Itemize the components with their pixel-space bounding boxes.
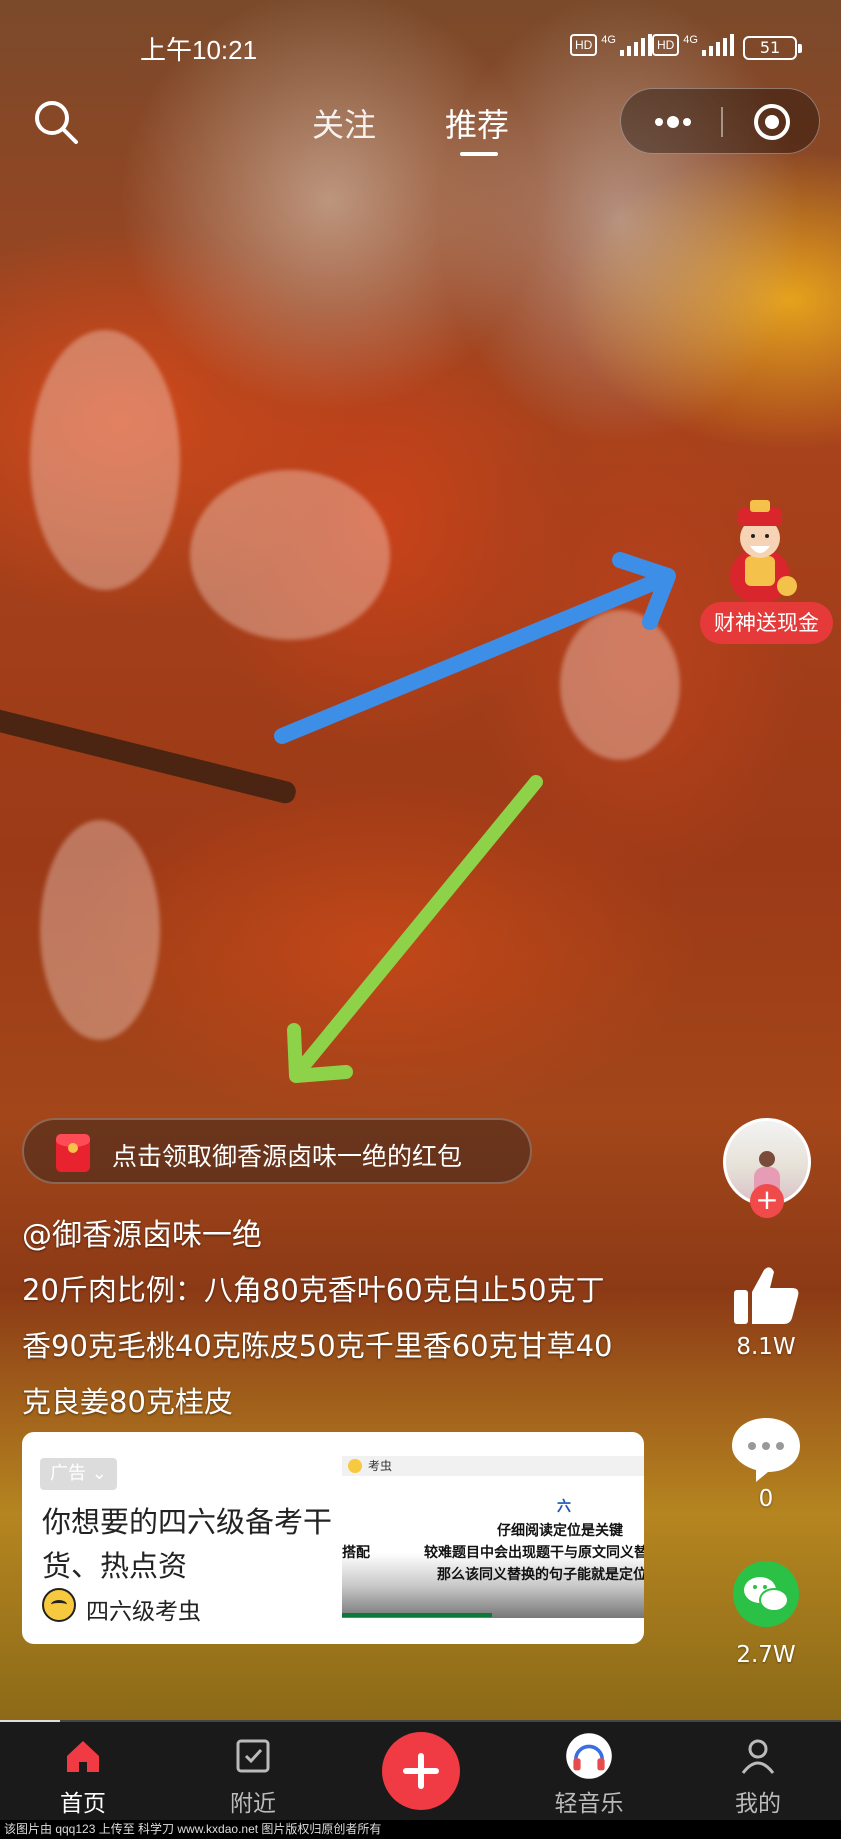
ad-card[interactable]: 广告 ⌄ 你想要的四六级备考干货、热点资 四六级考虫 考虫 六 仔细阅读定位是关… [22, 1432, 644, 1644]
tab-follow[interactable]: 关注 [312, 100, 376, 146]
active-tab-indicator [460, 152, 498, 156]
thumbnail-line: 搭配 [342, 1545, 370, 1561]
brand-logo-icon [42, 1588, 76, 1622]
nav-home-label: 首页 [60, 1791, 106, 1817]
nav-home[interactable]: 首页 [18, 1728, 148, 1818]
music-icon [566, 1733, 612, 1779]
miniprogram-capsule [620, 88, 820, 154]
god-of-wealth-icon[interactable] [705, 490, 815, 610]
signal-1: HD 4G [570, 34, 652, 60]
nav-profile-label: 我的 [735, 1791, 781, 1817]
hd-badge: HD [570, 34, 598, 56]
ad-title: 你想要的四六级备考干货、热点资 [42, 1505, 333, 1583]
bottom-nav: 首页 附近 轻音乐 我的 [0, 1720, 841, 1820]
red-packet-text: 点击领取御香源卤味一绝的红包 [112, 1142, 463, 1171]
video-progress[interactable] [0, 1720, 841, 1722]
red-packet-icon [56, 1134, 90, 1172]
watermark-text: 该图片由 qqq123 上传至 科学刀 www.kxdao.net 图片版权归原… [0, 1820, 841, 1839]
top-nav: 关注 推荐 [0, 88, 841, 168]
thumbnail-line: 仔细阅读定位是关键 [497, 1523, 623, 1539]
like-count: 8.1W [736, 1334, 796, 1360]
green-arrow [287, 775, 543, 1083]
nearby-icon [236, 1739, 270, 1773]
share-count: 2.7W [736, 1642, 796, 1668]
ad-thumbnail: 考虫 六 仔细阅读定位是关键 较难题目中会出现题干与原文同义替 那么该同义替换的… [342, 1456, 644, 1618]
comment-icon[interactable] [728, 1414, 804, 1482]
ad-tag-label: 广告 [50, 1463, 86, 1484]
nav-profile[interactable]: 我的 [693, 1728, 823, 1818]
nav-nearby-label: 附近 [230, 1791, 276, 1817]
publish-button[interactable] [382, 1732, 460, 1810]
search-icon[interactable] [30, 96, 84, 150]
network-label: 4G [601, 34, 616, 46]
video-description: 20斤肉比例：八角80克香叶60克白止50克丁香90克毛桃40克陈皮50克千里香… [22, 1273, 613, 1419]
thumbnail-line: 那么该同义替换的句子能就是定位 [437, 1567, 644, 1583]
video-progress-fill [0, 1720, 60, 1722]
nav-music-label: 轻音乐 [554, 1791, 624, 1817]
close-miniprogram-icon[interactable] [752, 102, 792, 142]
hd-badge: HD [652, 34, 680, 56]
nav-nearby[interactable]: 附近 [188, 1728, 318, 1818]
ad-tag[interactable]: 广告 ⌄ [40, 1458, 117, 1490]
nav-music[interactable]: 轻音乐 [524, 1728, 654, 1818]
network-label: 4G [683, 34, 698, 46]
thumbnail-line: 较难题目中会出现题干与原文同义替 [424, 1545, 644, 1561]
status-bar: 上午10:21 HD 4G HD 4G 51 [0, 0, 841, 88]
comment-count: 0 [758, 1486, 774, 1512]
wechat-share-icon[interactable] [728, 1560, 804, 1628]
more-icon[interactable] [651, 112, 695, 132]
blue-arrow [274, 552, 676, 744]
signal-bars-icon [701, 34, 734, 56]
promo-label[interactable]: 财神送现金 [700, 602, 833, 644]
thumbnail-line: 六 [557, 1499, 571, 1515]
thumbnail-app-name: 考虫 [342, 1456, 644, 1476]
signal-2: HD 4G [652, 34, 734, 60]
status-time: 上午10:21 [140, 35, 258, 65]
home-icon [67, 1741, 99, 1772]
signal-bars-icon [619, 34, 652, 56]
capsule-divider [721, 107, 723, 137]
thumbnail-progress [342, 1613, 492, 1617]
ad-brand-name: 四六级考虫 [86, 1599, 201, 1625]
tab-recommended[interactable]: 推荐 [445, 100, 509, 146]
follow-button[interactable]: + [750, 1184, 784, 1218]
author-name[interactable]: @御香源卤味一绝 [22, 1210, 262, 1254]
like-icon[interactable] [728, 1262, 804, 1330]
profile-icon [741, 1739, 775, 1774]
red-packet-banner[interactable]: 点击领取御香源卤味一绝的红包 [22, 1118, 532, 1184]
battery-icon: 51 [743, 36, 802, 60]
